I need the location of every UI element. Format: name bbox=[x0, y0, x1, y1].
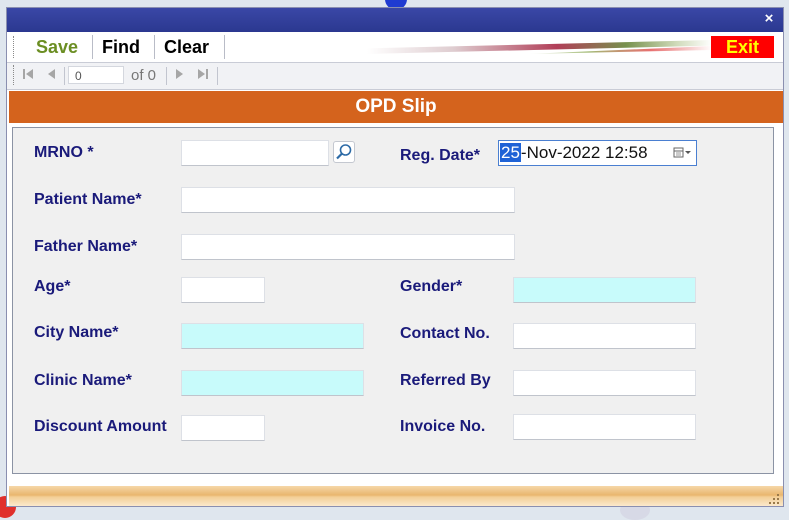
save-button[interactable]: Save bbox=[30, 35, 84, 59]
discount-amount-label: Discount Amount bbox=[34, 418, 167, 435]
record-navigator: 0 of 0 bbox=[7, 63, 783, 90]
opd-slip-dialog: × Save Find Clear Exit 0 of 0 OPD Slip M… bbox=[6, 7, 784, 507]
form-panel: MRNO * Reg. Date* 25-Nov-2022 12:58 Pati… bbox=[12, 127, 774, 474]
record-count-label: of 0 bbox=[131, 67, 157, 84]
contact-no-input[interactable] bbox=[513, 323, 696, 349]
referred-by-label: Referred By bbox=[400, 372, 491, 389]
city-name-label: City Name* bbox=[34, 324, 119, 341]
reg-date-day[interactable]: 25 bbox=[500, 143, 521, 162]
navigator-separator bbox=[217, 67, 218, 85]
toolbar-separator bbox=[154, 35, 155, 59]
toolbar-separator bbox=[224, 35, 225, 59]
calendar-dropdown-icon[interactable] bbox=[670, 144, 694, 162]
navigator-separator bbox=[64, 67, 65, 85]
next-record-icon[interactable] bbox=[170, 67, 188, 85]
toolbar-decoration bbox=[367, 40, 712, 54]
father-name-input[interactable] bbox=[181, 234, 515, 260]
title-bar[interactable]: × bbox=[7, 8, 783, 32]
form-title: OPD Slip bbox=[9, 91, 783, 123]
search-button[interactable] bbox=[333, 141, 355, 163]
reg-date-picker[interactable]: 25-Nov-2022 12:58 bbox=[498, 140, 697, 166]
toolbar-separator bbox=[92, 35, 93, 59]
record-position-input[interactable]: 0 bbox=[68, 66, 124, 84]
last-record-icon[interactable] bbox=[194, 67, 212, 85]
invoice-no-label: Invoice No. bbox=[400, 418, 486, 435]
clinic-name-label: Clinic Name* bbox=[34, 372, 132, 389]
contact-no-label: Contact No. bbox=[400, 325, 490, 342]
first-record-icon[interactable] bbox=[19, 67, 37, 85]
city-name-select[interactable] bbox=[181, 323, 364, 349]
patient-name-label: Patient Name* bbox=[34, 191, 142, 208]
invoice-no-input[interactable] bbox=[513, 414, 696, 440]
referred-by-input[interactable] bbox=[513, 370, 696, 396]
gender-label: Gender* bbox=[400, 278, 463, 295]
resize-grip-icon[interactable] bbox=[768, 492, 780, 504]
navigator-separator bbox=[166, 67, 167, 85]
discount-amount-input[interactable] bbox=[181, 415, 265, 441]
status-bar bbox=[9, 486, 783, 506]
mrno-input[interactable] bbox=[181, 140, 329, 166]
toolbar: Save Find Clear Exit bbox=[7, 32, 783, 63]
toolbar-grip[interactable] bbox=[13, 36, 16, 58]
mrno-label: MRNO * bbox=[34, 144, 94, 161]
reg-date-label: Reg. Date* bbox=[400, 147, 481, 164]
gender-select[interactable] bbox=[513, 277, 696, 303]
father-name-label: Father Name* bbox=[34, 238, 138, 255]
patient-name-input[interactable] bbox=[181, 187, 515, 213]
search-icon bbox=[334, 144, 354, 166]
clear-button[interactable]: Clear bbox=[158, 35, 215, 59]
navigator-grip[interactable] bbox=[13, 65, 16, 85]
clinic-name-select[interactable] bbox=[181, 370, 364, 396]
age-input[interactable] bbox=[181, 277, 265, 303]
exit-button[interactable]: Exit bbox=[711, 36, 774, 58]
close-button[interactable]: × bbox=[761, 10, 777, 28]
reg-date-rest: -Nov-2022 12:58 bbox=[520, 143, 648, 162]
age-label: Age* bbox=[34, 278, 71, 295]
find-button[interactable]: Find bbox=[96, 35, 146, 59]
previous-record-icon[interactable] bbox=[43, 67, 61, 85]
